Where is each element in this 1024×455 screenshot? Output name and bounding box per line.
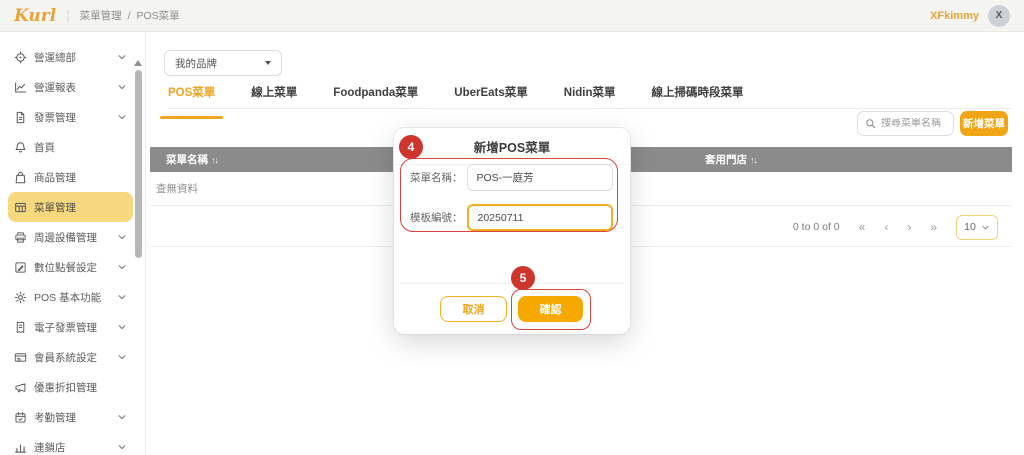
receipt-icon: [14, 321, 27, 334]
modal-title: 新增POS菜單: [394, 128, 630, 156]
chevron-down-icon: [117, 112, 127, 122]
sidebar: 營運總部 營運報表 發票管理 首頁 商品管理 菜單管理 周邊設備管理: [0, 32, 146, 455]
sidebar-item-product-management[interactable]: 商品管理: [8, 162, 133, 192]
user-name[interactable]: XFkimmy: [930, 10, 979, 22]
empty-table-message: 查無資料: [156, 181, 198, 196]
shopping-bag-icon: [14, 171, 27, 184]
confirm-button[interactable]: 確認: [518, 296, 583, 322]
template-number-input[interactable]: [467, 204, 613, 231]
chevron-down-icon: [117, 82, 127, 92]
pencil-icon: [14, 261, 27, 274]
sidebar-item-operations-hq[interactable]: 營運總部: [8, 42, 133, 72]
sidebar-item-menu-management[interactable]: 菜單管理: [8, 192, 133, 222]
tab-ubereats-menu[interactable]: UberEats菜單: [454, 84, 528, 108]
sidebar-item-discount-management[interactable]: 優惠折扣管理: [8, 372, 133, 402]
sort-icon[interactable]: ↑↓: [750, 155, 757, 165]
chevron-down-icon: [117, 412, 127, 422]
add-pos-menu-modal: 新增POS菜單 4 菜單名稱： 模板編號： 5 取消 確認: [394, 128, 630, 334]
table-icon: [14, 201, 27, 214]
caret-down-icon: [265, 61, 271, 65]
bar-chart-icon: [14, 441, 27, 454]
tab-pos-menu[interactable]: POS菜單: [168, 84, 215, 108]
chevron-down-icon: [117, 232, 127, 242]
search-icon: [865, 118, 876, 129]
target-icon: [14, 51, 27, 64]
id-card-icon: [14, 351, 27, 364]
megaphone-icon: [14, 381, 27, 394]
pagination: 0 to 0 of 0 « ‹ › » 10: [793, 214, 998, 240]
sidebar-scrollbar[interactable]: [134, 60, 142, 258]
pagination-summary: 0 to 0 of 0: [793, 221, 840, 233]
breadcrumb-page: POS菜單: [137, 8, 180, 23]
scroll-up-arrow-icon[interactable]: [134, 60, 142, 66]
brand-select-value: 我的品牌: [175, 56, 217, 71]
chevron-down-icon: [981, 223, 990, 232]
breadcrumb-section[interactable]: 菜單管理: [80, 8, 122, 23]
cancel-button[interactable]: 取消: [440, 296, 507, 322]
prev-page-button[interactable]: ‹: [884, 221, 888, 233]
chevron-down-icon: [117, 442, 127, 452]
first-page-button[interactable]: «: [859, 221, 866, 233]
sidebar-item-operations-reports[interactable]: 營運報表: [8, 72, 133, 102]
line-chart-icon: [14, 81, 27, 94]
page-size-value: 10: [964, 221, 976, 233]
top-bar: Kurl | 菜單管理 / POS菜單 XFkimmy X: [0, 0, 1024, 32]
sidebar-item-peripheral-management[interactable]: 周邊設備管理: [8, 222, 133, 252]
annotation-step-5-badge: 5: [511, 266, 535, 290]
tab-nidin-menu[interactable]: Nidin菜單: [564, 84, 616, 108]
avatar[interactable]: X: [988, 5, 1010, 27]
chevron-down-icon: [117, 292, 127, 302]
menu-name-label: 菜單名稱：: [410, 170, 463, 185]
document-icon: [14, 111, 27, 124]
template-number-label: 模板編號：: [410, 210, 463, 225]
printer-icon: [14, 231, 27, 244]
chevron-down-icon: [117, 52, 127, 62]
brand-select[interactable]: 我的品牌: [164, 50, 282, 76]
sort-icon[interactable]: ↑↓: [211, 155, 218, 165]
chevron-down-icon: [117, 352, 127, 362]
sidebar-item-home[interactable]: 首頁: [8, 132, 133, 162]
tab-foodpanda-menu[interactable]: Foodpanda菜單: [333, 84, 418, 108]
chevron-down-icon: [117, 262, 127, 272]
search-input[interactable]: [881, 118, 946, 129]
sidebar-item-chain-store[interactable]: 連鎖店: [8, 432, 133, 455]
sidebar-item-einvoice-management[interactable]: 電子發票管理: [8, 312, 133, 342]
search-box[interactable]: [857, 111, 954, 136]
sidebar-item-digital-ordering[interactable]: 數位點餐設定: [8, 252, 133, 282]
breadcrumb: 菜單管理 / POS菜單: [80, 8, 180, 23]
annotation-step-4-badge: 4: [399, 135, 423, 159]
column-header-menu-name[interactable]: 菜單名稱 ↑↓: [166, 152, 218, 167]
chevron-down-icon: [117, 322, 127, 332]
column-header-applied-stores[interactable]: 套用門店 ↑↓: [705, 152, 757, 167]
menu-name-input[interactable]: [467, 164, 613, 191]
tab-online-qr-period-menu[interactable]: 線上掃碼時段菜單: [652, 84, 744, 108]
tab-online-menu[interactable]: 線上菜單: [251, 84, 297, 108]
bell-icon: [14, 141, 27, 154]
sidebar-item-pos-basic[interactable]: POS 基本功能: [8, 282, 133, 312]
add-menu-button[interactable]: 新增菜單: [960, 111, 1008, 136]
app-logo: Kurl: [14, 6, 56, 26]
logo-divider: |: [66, 8, 69, 23]
sidebar-item-invoice-management[interactable]: 發票管理: [8, 102, 133, 132]
breadcrumb-separator: /: [128, 10, 131, 22]
page-size-select[interactable]: 10: [956, 215, 998, 240]
last-page-button[interactable]: »: [930, 221, 937, 233]
next-page-button[interactable]: ›: [907, 221, 911, 233]
sidebar-item-attendance-management[interactable]: 考勤管理: [8, 402, 133, 432]
sidebar-item-member-system[interactable]: 會員系統設定: [8, 342, 133, 372]
calendar-icon: [14, 411, 27, 424]
menu-tabs: POS菜單 線上菜單 Foodpanda菜單 UberEats菜單 Nidin菜…: [168, 84, 1012, 109]
scrollbar-thumb[interactable]: [135, 70, 142, 258]
gear-icon: [14, 291, 27, 304]
